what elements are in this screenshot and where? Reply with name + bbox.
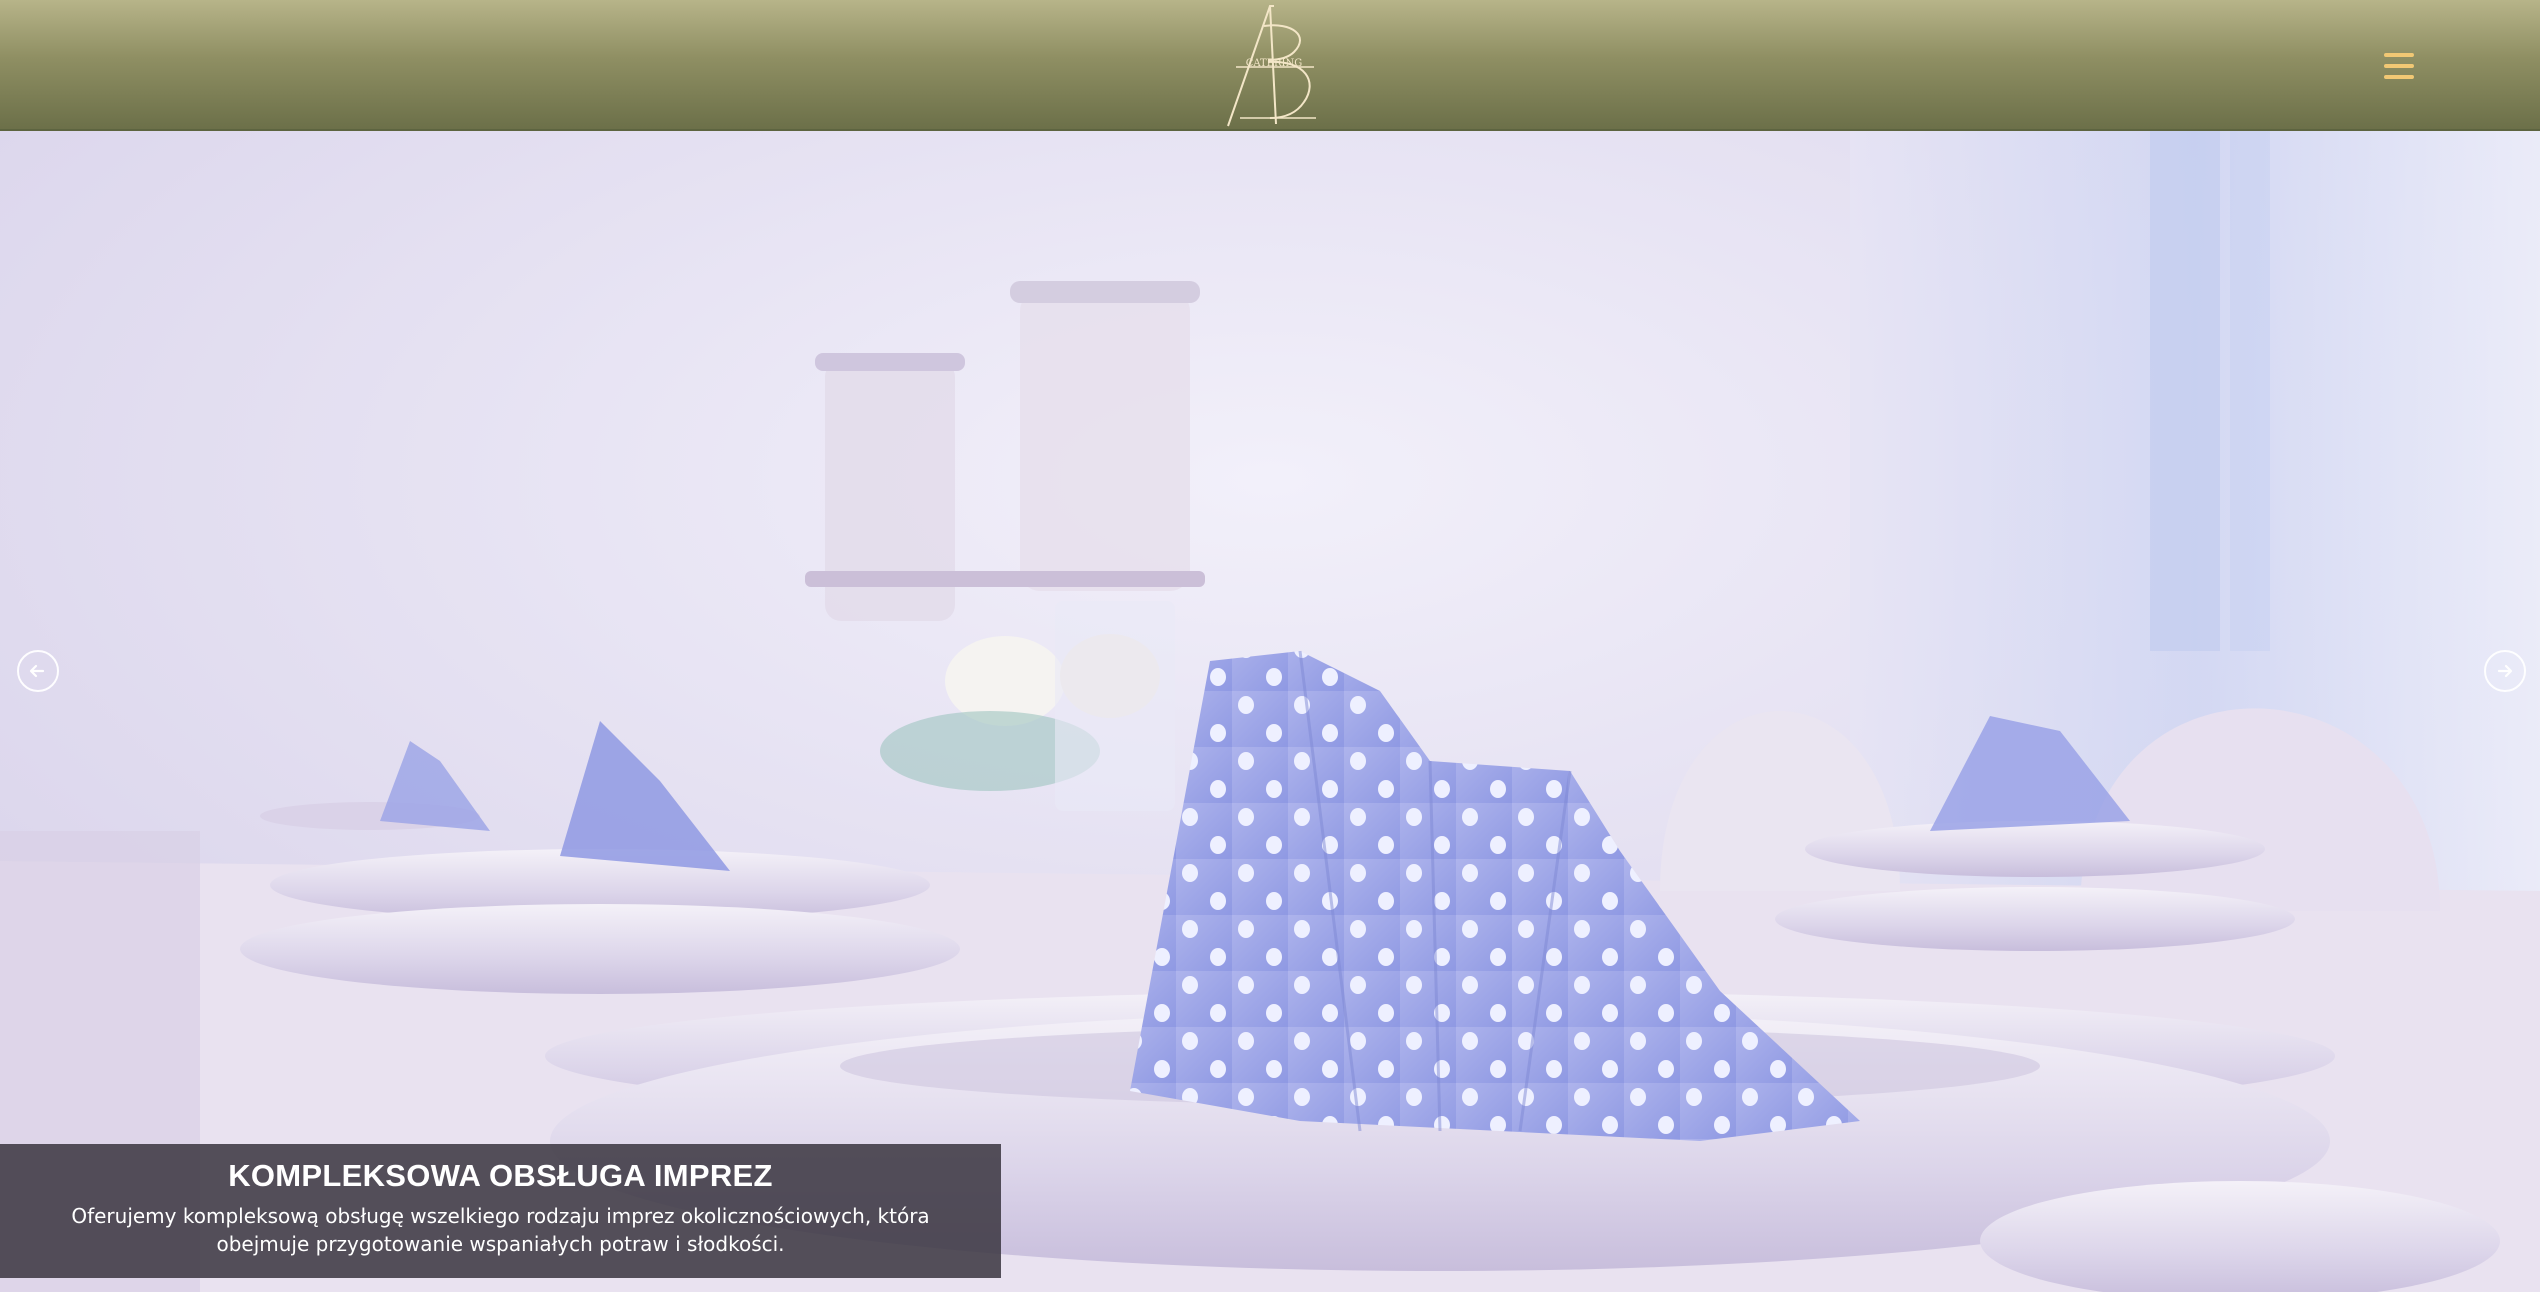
hamburger-menu-icon[interactable] xyxy=(2372,47,2430,85)
hero-slider xyxy=(0,131,2540,1292)
logo-text: CATERING xyxy=(1246,58,1303,69)
slide-caption-title: KOMPLEKSOWA OBSŁUGA IMPREZ xyxy=(228,1158,773,1193)
slide-caption: KOMPLEKSOWA OBSŁUGA IMPREZ Oferujemy kom… xyxy=(0,1144,1001,1278)
site-logo[interactable]: CATERING xyxy=(1218,4,1322,128)
slide-caption-text: Oferujemy kompleksową obsługę wszelkiego… xyxy=(71,1204,930,1256)
slider-next-button[interactable] xyxy=(2484,650,2526,692)
menu-bar xyxy=(2384,53,2414,57)
page: CATERING KOMPLEKSOWA OBSŁUGA IMPREZ Ofer… xyxy=(0,0,2540,1292)
logo-icon: CATERING xyxy=(1227,5,1316,127)
menu-bar xyxy=(2384,75,2414,79)
arrow-left-icon xyxy=(29,664,45,678)
arrow-right-icon xyxy=(2497,664,2513,678)
site-header: CATERING xyxy=(0,0,2540,131)
menu-bar xyxy=(2384,64,2414,68)
hero-image xyxy=(0,131,2540,1292)
slider-prev-button[interactable] xyxy=(17,650,59,692)
